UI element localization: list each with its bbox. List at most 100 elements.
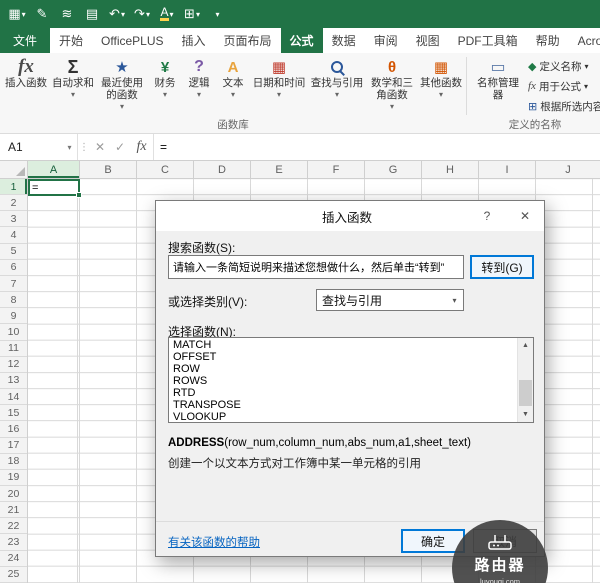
column-header-c[interactable]: C	[137, 161, 194, 178]
tab-insert[interactable]: 插入	[173, 28, 215, 53]
enter-entry-button[interactable]: ✓	[110, 134, 130, 160]
logical-button[interactable]: ? 逻辑	[182, 53, 216, 117]
math-trig-label: 数学和三角函数	[371, 77, 413, 101]
listbox-scrollbar[interactable]	[517, 338, 533, 422]
list-item[interactable]: ROWS	[169, 375, 516, 387]
list-item[interactable]: ROW	[169, 363, 516, 375]
tab-formulas[interactable]: 公式	[280, 28, 323, 53]
text-button[interactable]: A 文本	[216, 53, 250, 117]
column-header-e[interactable]: E	[251, 161, 308, 178]
row-header-23[interactable]: 23	[0, 534, 27, 551]
formula-input[interactable]: =	[154, 134, 600, 160]
row-header-10[interactable]: 10	[0, 324, 27, 341]
column-header-j[interactable]: J	[536, 161, 600, 178]
formula-bar-handle[interactable]: ⋮	[78, 134, 90, 160]
borders-button[interactable]: ⊞	[181, 2, 203, 26]
dialog-help-button[interactable]: ?	[468, 201, 506, 231]
search-function-input[interactable]	[168, 255, 464, 279]
fill-handle[interactable]	[76, 192, 82, 198]
row-header-19[interactable]: 19	[0, 470, 27, 486]
lookup-reference-button[interactable]: 查找与引用	[308, 53, 366, 117]
list-item[interactable]: RTD	[169, 387, 516, 399]
pen-button[interactable]: ✎	[31, 2, 53, 26]
row-header-7[interactable]: 7	[0, 276, 27, 293]
highlight-color-button[interactable]: A	[156, 2, 178, 26]
row-header-17[interactable]: 17	[0, 438, 27, 454]
category-combobox[interactable]: 查找与引用	[316, 289, 464, 311]
more-functions-button[interactable]: ▦ 其他函数	[418, 53, 464, 117]
insert-function-button[interactable]: fx 插入函数	[2, 53, 50, 117]
column-header-i[interactable]: I	[479, 161, 536, 178]
function-listbox[interactable]: MATCH OFFSET ROW ROWS RTD TRANSPOSE VLOO…	[168, 337, 534, 423]
row-header-8[interactable]: 8	[0, 292, 27, 309]
app-menu-button[interactable]: ▦	[6, 2, 28, 26]
financial-button[interactable]: ¥ 财务	[148, 53, 182, 117]
row-header-15[interactable]: 15	[0, 405, 27, 422]
tab-file[interactable]: 文件	[0, 28, 51, 53]
row-header-12[interactable]: 12	[0, 357, 27, 373]
row-header-14[interactable]: 14	[0, 389, 27, 406]
tab-page-layout[interactable]: 页面布局	[215, 28, 281, 53]
dialog-close-button[interactable]: ✕	[506, 201, 544, 231]
selected-cell-a1[interactable]: =	[28, 179, 82, 198]
name-box[interactable]: A1	[0, 134, 62, 160]
row-header-11[interactable]: 11	[0, 341, 27, 357]
tab-officeplus[interactable]: OfficePLUS	[92, 28, 172, 53]
list-item[interactable]: TRANSPOSE	[169, 399, 516, 411]
row-header-16[interactable]: 16	[0, 421, 27, 438]
go-button[interactable]: 转到(G)	[470, 255, 534, 279]
list-item[interactable]: OFFSET	[169, 351, 516, 363]
tab-acrobat[interactable]: Acrobat	[569, 28, 600, 53]
tab-home[interactable]: 开始	[50, 28, 92, 53]
redo-button[interactable]: ↷	[131, 2, 153, 26]
name-box-dropdown[interactable]	[62, 134, 78, 160]
tab-data[interactable]: 数据	[323, 28, 365, 53]
customize-qat-button[interactable]	[206, 2, 228, 26]
create-from-selection-button[interactable]: ⊞ 根据所选内容创建	[528, 96, 600, 116]
math-trig-button[interactable]: θ 数学和三角函数	[366, 53, 418, 117]
combo-dropdown-button[interactable]	[446, 290, 463, 310]
select-all-corner[interactable]	[0, 161, 28, 178]
save-button[interactable]: ▤	[81, 2, 103, 26]
name-manager-button[interactable]: ▭ 名称管理器	[472, 53, 524, 117]
column-header-a[interactable]: A	[28, 161, 80, 178]
tab-review[interactable]: 审阅	[365, 28, 407, 53]
row-header-21[interactable]: 21	[0, 502, 27, 519]
define-name-button[interactable]: ◆ 定义名称	[528, 56, 600, 76]
row-header-24[interactable]: 24	[0, 551, 27, 567]
date-time-button[interactable]: ▦ 日期和时间	[250, 53, 308, 117]
insert-function-fx-button[interactable]: fx	[130, 134, 154, 160]
row-header-2[interactable]: 2	[0, 195, 27, 212]
undo-button[interactable]: ↶	[106, 2, 128, 26]
cancel-entry-button[interactable]: ✕	[90, 134, 110, 160]
column-header-g[interactable]: G	[365, 161, 422, 178]
row-header-22[interactable]: 22	[0, 518, 27, 535]
row-header-4[interactable]: 4	[0, 227, 27, 244]
row-header-9[interactable]: 9	[0, 308, 27, 325]
tab-pdf-tools[interactable]: PDF工具箱	[449, 28, 527, 53]
scroll-down-icon[interactable]	[518, 407, 533, 422]
help-link[interactable]: 有关该函数的帮助	[168, 534, 260, 550]
row-header-6[interactable]: 6	[0, 260, 27, 276]
row-header-13[interactable]: 13	[0, 373, 27, 390]
column-header-f[interactable]: F	[308, 161, 365, 178]
row-header-20[interactable]: 20	[0, 486, 27, 503]
column-header-h[interactable]: H	[422, 161, 479, 178]
column-header-b[interactable]: B	[80, 161, 137, 178]
use-in-formula-button[interactable]: fx 用于公式	[528, 76, 600, 96]
autosum-button[interactable]: Σ 自动求和	[50, 53, 96, 117]
row-header-18[interactable]: 18	[0, 454, 27, 470]
list-item[interactable]: VLOOKUP	[169, 411, 516, 422]
list-item[interactable]: MATCH	[169, 339, 516, 351]
tab-view[interactable]: 视图	[407, 28, 449, 53]
row-header-5[interactable]: 5	[0, 244, 27, 260]
scrollbar-thumb[interactable]	[519, 380, 532, 406]
scroll-up-icon[interactable]	[518, 338, 533, 353]
row-header-3[interactable]: 3	[0, 211, 27, 228]
recently-used-button[interactable]: ★ 最近使用的函数	[96, 53, 148, 117]
brush-button[interactable]: ≋	[56, 2, 78, 26]
row-header-1[interactable]: 1	[0, 179, 27, 196]
row-header-25[interactable]: 25	[0, 567, 27, 583]
column-header-d[interactable]: D	[194, 161, 251, 178]
tab-help[interactable]: 帮助	[527, 28, 569, 53]
